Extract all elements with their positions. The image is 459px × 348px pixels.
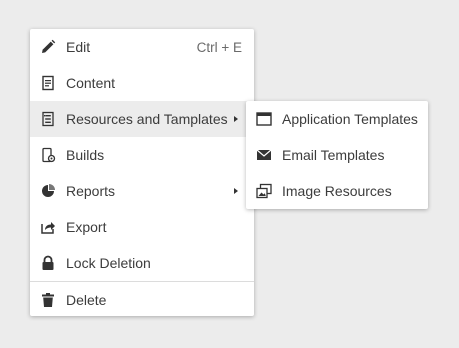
menu-item-label: Edit bbox=[66, 39, 91, 55]
submenu-item-image-resources[interactable]: Image Resources bbox=[246, 173, 428, 209]
menu-item-resources-and-templates[interactable]: Resources and Tamplates bbox=[30, 101, 254, 137]
menu-item-label: Lock Deletion bbox=[66, 255, 151, 271]
menu-item-content[interactable]: Content bbox=[30, 65, 254, 101]
images-icon bbox=[256, 183, 272, 199]
menu-item-export[interactable]: Export bbox=[30, 209, 254, 245]
context-menu: Edit Ctrl + E Content Resources and Tamp… bbox=[30, 29, 254, 316]
menu-item-label: Email Templates bbox=[282, 147, 385, 163]
submenu: Application Templates Email Templates Im… bbox=[246, 101, 428, 209]
menu-item-label: Application Templates bbox=[282, 111, 418, 127]
resources-icon bbox=[40, 111, 56, 127]
submenu-arrow-icon bbox=[234, 116, 238, 122]
menu-item-builds[interactable]: Builds bbox=[30, 137, 254, 173]
menu-item-label: Reports bbox=[66, 183, 116, 199]
menu-item-label: Image Resources bbox=[282, 183, 392, 199]
menu-item-label: Resources and Tamplates bbox=[66, 111, 228, 127]
submenu-item-application-templates[interactable]: Application Templates bbox=[246, 101, 428, 137]
submenu-arrow-icon bbox=[234, 188, 238, 194]
envelope-icon bbox=[256, 147, 272, 163]
pie-chart-icon bbox=[40, 183, 56, 199]
menu-item-label: Delete bbox=[66, 292, 107, 308]
menu-item-label: Export bbox=[66, 219, 107, 235]
submenu-item-email-templates[interactable]: Email Templates bbox=[246, 137, 428, 173]
menu-item-delete[interactable]: Delete bbox=[30, 282, 254, 318]
menu-item-reports[interactable]: Reports bbox=[30, 173, 254, 209]
document-icon bbox=[40, 75, 56, 91]
menu-item-label: Builds bbox=[66, 147, 105, 163]
pencil-icon bbox=[40, 39, 56, 55]
menu-item-lock-deletion[interactable]: Lock Deletion bbox=[30, 245, 254, 281]
menu-item-label: Content bbox=[66, 75, 116, 91]
export-icon bbox=[40, 219, 56, 235]
shortcut-text: Ctrl + E bbox=[196, 39, 242, 55]
menu-item-edit[interactable]: Edit Ctrl + E bbox=[30, 29, 254, 65]
lock-icon bbox=[40, 255, 56, 271]
window-icon bbox=[256, 111, 272, 127]
builds-icon bbox=[40, 147, 56, 163]
trash-icon bbox=[40, 292, 56, 308]
